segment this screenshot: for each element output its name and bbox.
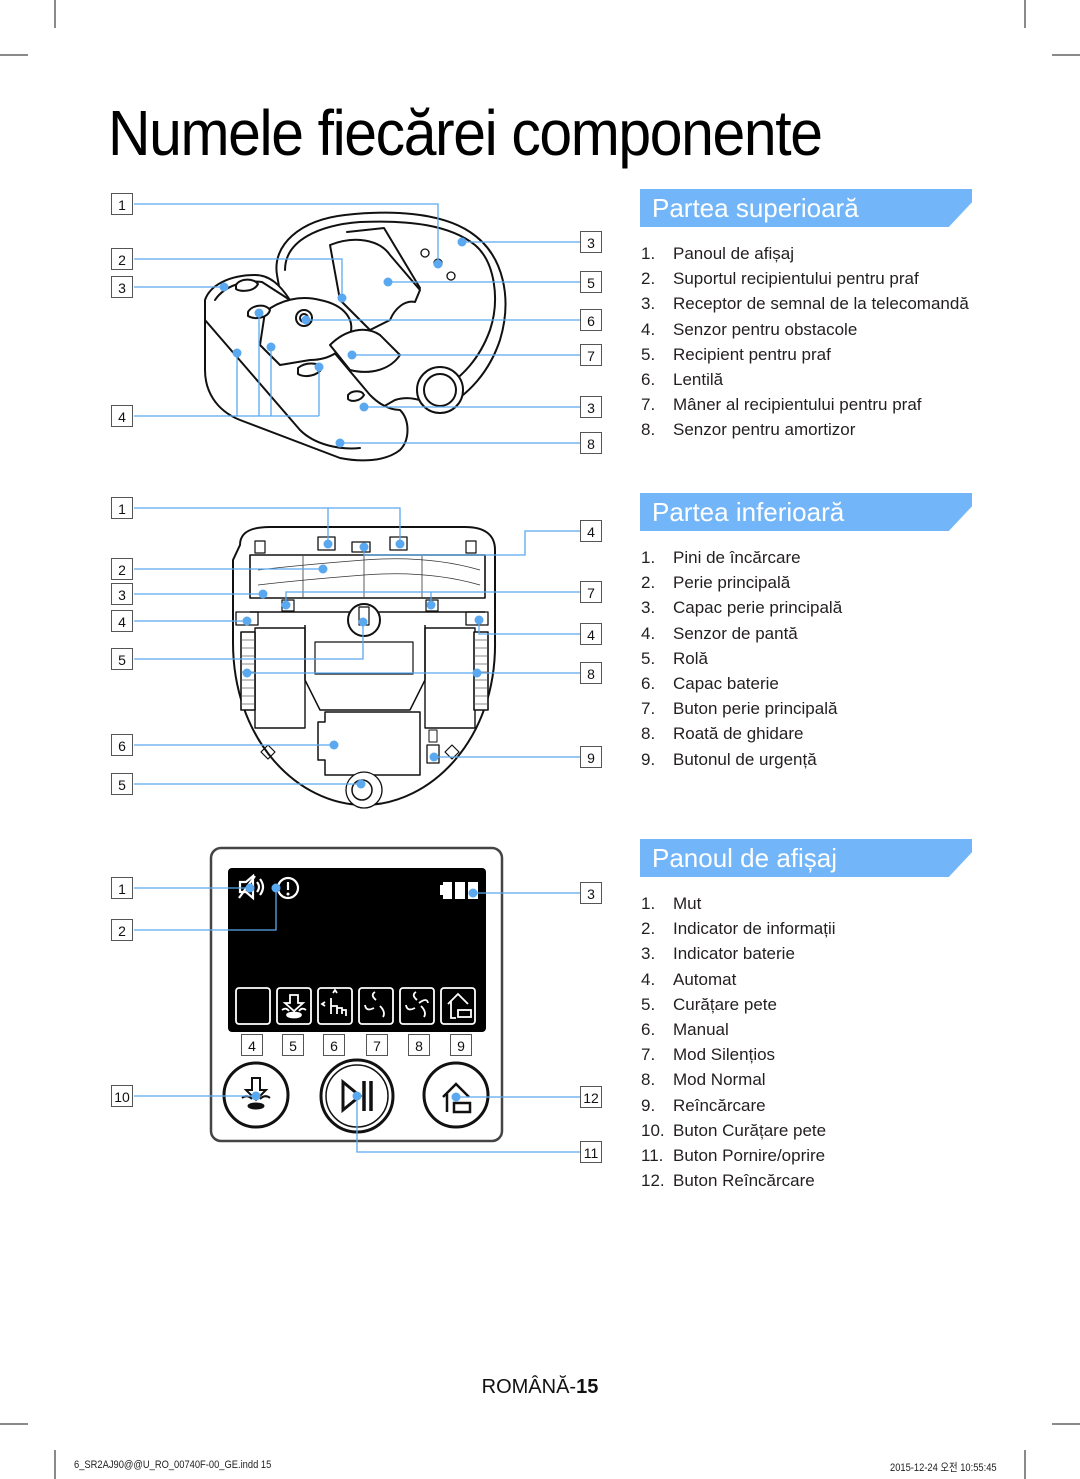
callout-number: 3 (580, 231, 602, 253)
callout-number: 5 (282, 1034, 304, 1056)
callout-number: 1 (111, 877, 133, 899)
callout-number: 6 (323, 1034, 345, 1056)
callout-number: 6 (111, 734, 133, 756)
diagrams (134, 203, 580, 1153)
callout-number: 9 (450, 1034, 472, 1056)
callout-number: 4 (111, 405, 133, 427)
callout-number: 7 (580, 581, 602, 603)
callout-number: 5 (111, 648, 133, 670)
footer-filename: 6_SR2AJ90@@U_RO_00740F-00_GE.indd 15 (74, 1459, 272, 1471)
callout-number: 1 (111, 193, 133, 215)
callout-number: 4 (241, 1034, 263, 1056)
callout-number: 3 (111, 583, 133, 605)
callout-number: 8 (580, 662, 602, 684)
callout-number: 2 (111, 919, 133, 941)
callout-number: 11 (580, 1141, 602, 1163)
callout-number: 4 (580, 623, 602, 645)
callout-number: 7 (366, 1034, 388, 1056)
callout-number: 2 (111, 248, 133, 270)
callout-number: 3 (580, 396, 602, 418)
callout-number: 12 (580, 1086, 602, 1108)
page-number: ROMÂNĂ-15 (481, 1376, 599, 1398)
callout-number: 5 (111, 773, 133, 795)
callout-number: 6 (580, 309, 602, 331)
footer-timestamp: 2015-12-24 오전 10:55:45 (890, 1462, 997, 1474)
callout-number: 3 (111, 276, 133, 298)
callout-number: 3 (580, 882, 602, 904)
callout-number: 10 (111, 1085, 133, 1107)
callout-number: 8 (580, 432, 602, 454)
robot-top-view (204, 211, 507, 462)
callout-number: 1 (111, 497, 133, 519)
callout-number: 4 (580, 520, 602, 542)
callout-number: 7 (580, 344, 602, 366)
callout-number: 2 (111, 558, 133, 580)
callout-number: 8 (408, 1034, 430, 1056)
callout-number: 5 (580, 271, 602, 293)
callout-number: 9 (580, 746, 602, 768)
callout-number: 4 (111, 610, 133, 632)
